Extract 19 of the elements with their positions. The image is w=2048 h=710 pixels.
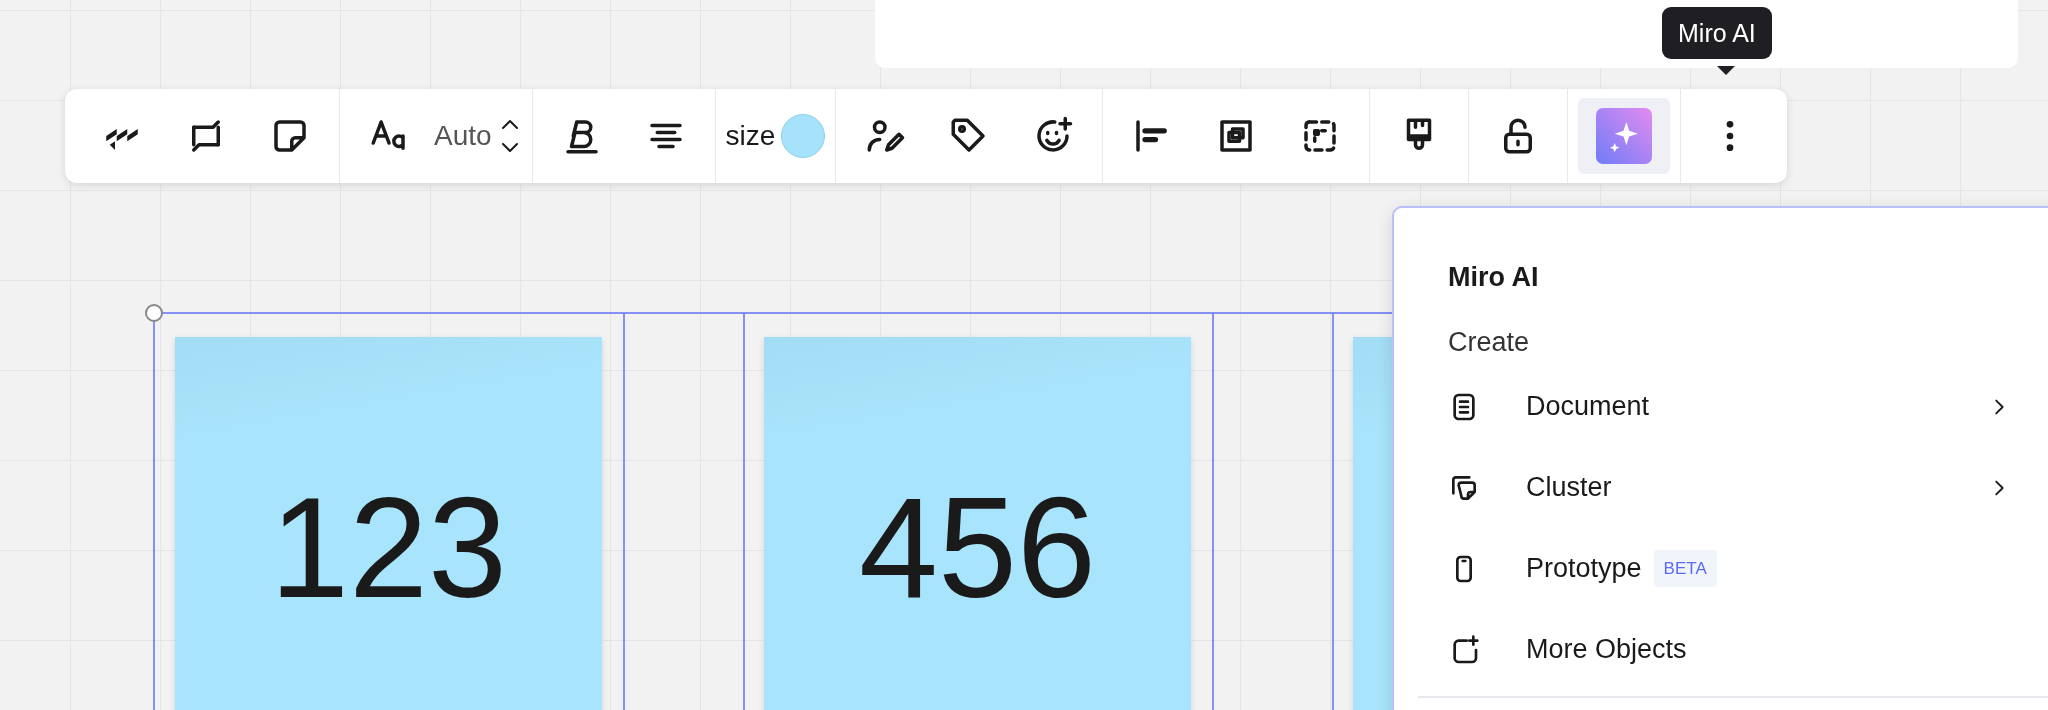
tooltip: Miro AI <box>1662 7 1772 59</box>
sticky-text: 456 <box>859 477 1096 619</box>
sparkle-icon <box>1596 108 1653 164</box>
section-heading: Create <box>1448 329 1531 356</box>
color-swatch[interactable] <box>781 114 826 158</box>
menu-item[interactable]: More Objects <box>1394 609 2010 690</box>
menu-item[interactable]: Cluster <box>1394 447 2010 528</box>
font-size-value[interactable]: Auto <box>434 115 492 157</box>
menu-title: Miro AI <box>1448 264 1540 291</box>
beta-badge: BETA <box>1653 549 1717 588</box>
tooltip-arrow <box>1717 66 1735 75</box>
menu-item[interactable]: Prototype BETA <box>1394 528 2010 609</box>
size-label[interactable]: size <box>725 115 776 157</box>
sticky-note[interactable]: 123 <box>175 337 602 710</box>
ai-button[interactable] <box>1578 98 1671 174</box>
resize-handle[interactable] <box>145 304 163 322</box>
menu-item[interactable]: Document <box>1394 366 2010 447</box>
sticky-text: 123 <box>270 477 507 619</box>
sticky-note[interactable]: 456 <box>764 337 1191 710</box>
